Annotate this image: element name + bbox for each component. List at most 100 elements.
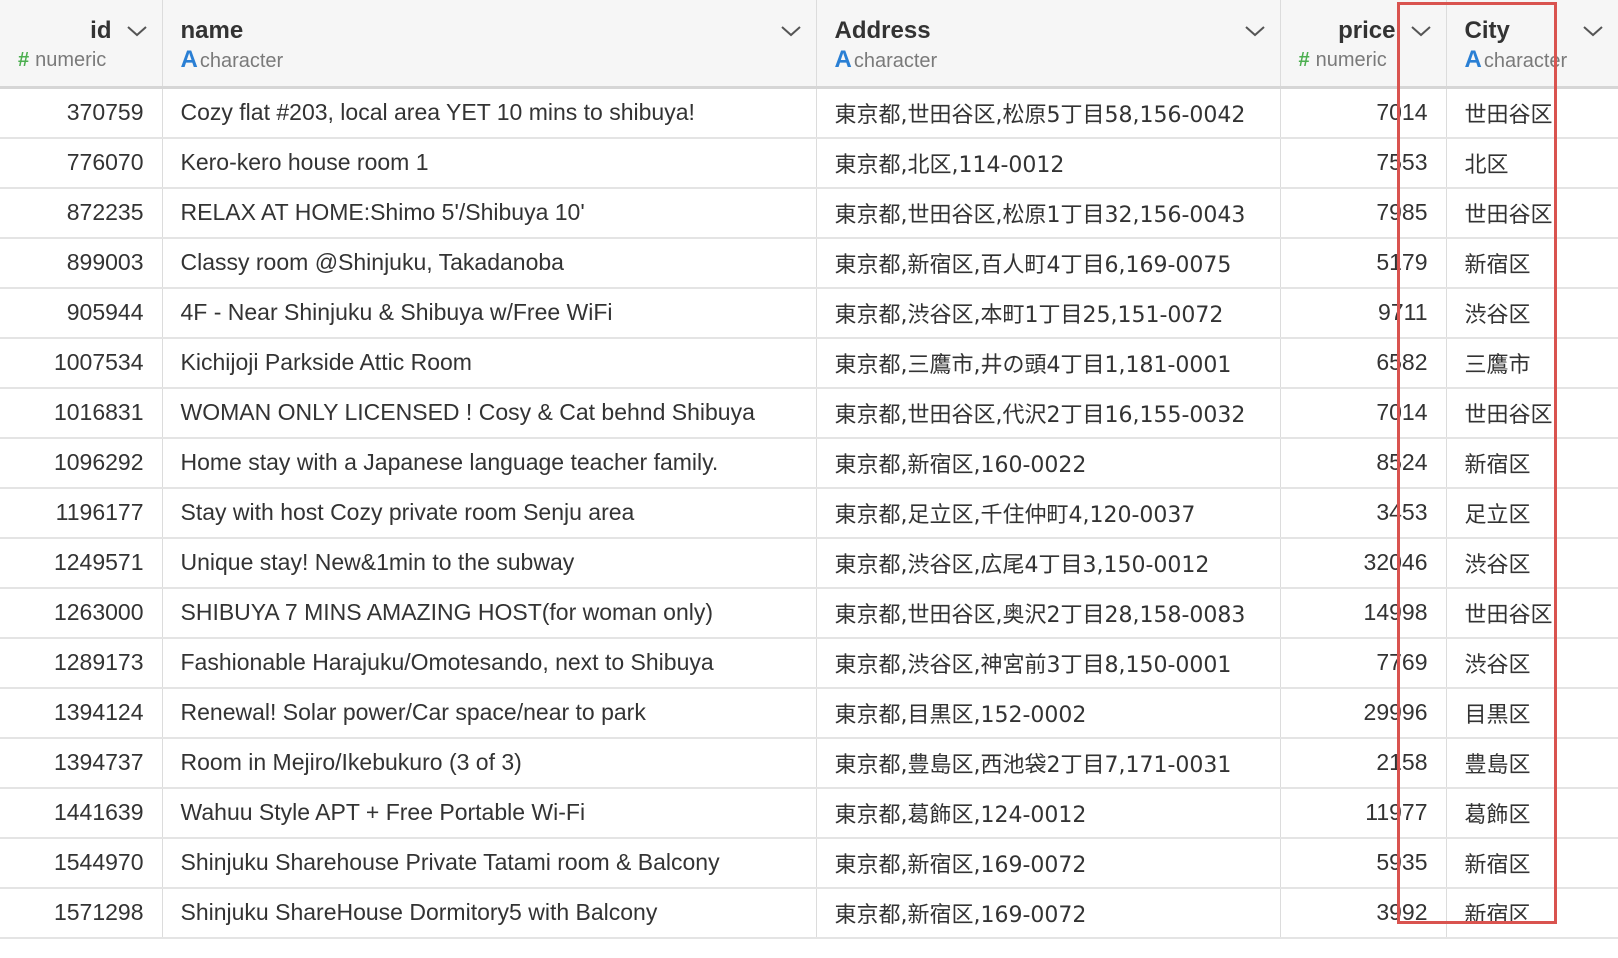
cell-name[interactable]: 4F - Near Shinjuku & Shibuya w/Free WiFi xyxy=(162,287,817,339)
table-row[interactable]: 1249571 Unique stay! New&1min to the sub… xyxy=(0,537,1618,589)
table-row[interactable]: 1571298 Shinjuku ShareHouse Dormitory5 w… xyxy=(0,887,1618,939)
cell-price[interactable]: 9711 xyxy=(1280,287,1447,339)
chevron-down-icon[interactable] xyxy=(126,24,148,38)
cell-address[interactable]: 東京都,渋谷区,広尾4丁目3,150-0012 xyxy=(816,537,1281,589)
chevron-down-icon[interactable] xyxy=(780,24,802,38)
cell-name[interactable]: WOMAN ONLY LICENSED ! Cosy & Cat behnd S… xyxy=(162,387,817,439)
cell-id[interactable]: 1289173 xyxy=(0,637,163,689)
table-row[interactable]: 776070 Kero-kero house room 1 東京都,北区,114… xyxy=(0,137,1618,189)
column-header-city[interactable]: City Acharacter xyxy=(1446,0,1618,89)
cell-city[interactable]: 世田谷区 xyxy=(1446,87,1618,139)
cell-city[interactable]: 世田谷区 xyxy=(1446,587,1618,639)
cell-price[interactable]: 6582 xyxy=(1280,337,1447,389)
cell-address[interactable]: 東京都,足立区,千住仲町4,120-0037 xyxy=(816,487,1281,539)
cell-price[interactable]: 7553 xyxy=(1280,137,1447,189)
cell-name[interactable]: Cozy flat #203, local area YET 10 mins t… xyxy=(162,87,817,139)
cell-name[interactable]: Wahuu Style APT + Free Portable Wi-Fi xyxy=(162,787,817,839)
cell-id[interactable]: 1096292 xyxy=(0,437,163,489)
cell-name[interactable]: Classy room @Shinjuku, Takadanoba xyxy=(162,237,817,289)
chevron-down-icon[interactable] xyxy=(1244,24,1266,38)
cell-id[interactable]: 1263000 xyxy=(0,587,163,639)
cell-city[interactable]: 世田谷区 xyxy=(1446,187,1618,239)
cell-city[interactable]: 新宿区 xyxy=(1446,237,1618,289)
cell-address[interactable]: 東京都,渋谷区,神宮前3丁目8,150-0001 xyxy=(816,637,1281,689)
cell-id[interactable]: 1007534 xyxy=(0,337,163,389)
cell-city[interactable]: 北区 xyxy=(1446,137,1618,189)
column-header-id[interactable]: id # numeric xyxy=(0,0,163,89)
table-row[interactable]: 1394737 Room in Mejiro/Ikebukuro (3 of 3… xyxy=(0,737,1618,789)
cell-address[interactable]: 東京都,新宿区,160-0022 xyxy=(816,437,1281,489)
cell-address[interactable]: 東京都,新宿区,169-0072 xyxy=(816,887,1281,939)
cell-city[interactable]: 渋谷区 xyxy=(1446,287,1618,339)
cell-id[interactable]: 370759 xyxy=(0,87,163,139)
table-row[interactable]: 1096292 Home stay with a Japanese langua… xyxy=(0,437,1618,489)
cell-name[interactable]: Unique stay! New&1min to the subway xyxy=(162,537,817,589)
cell-id[interactable]: 905944 xyxy=(0,287,163,339)
column-header-price[interactable]: price # numeric xyxy=(1280,0,1447,89)
table-row[interactable]: 1289173 Fashionable Harajuku/Omotesando,… xyxy=(0,637,1618,689)
cell-price[interactable]: 29996 xyxy=(1280,687,1447,739)
cell-id[interactable]: 1196177 xyxy=(0,487,163,539)
cell-address[interactable]: 東京都,北区,114-0012 xyxy=(816,137,1281,189)
cell-name[interactable]: Shinjuku ShareHouse Dormitory5 with Balc… xyxy=(162,887,817,939)
cell-address[interactable]: 東京都,新宿区,百人町4丁目6,169-0075 xyxy=(816,237,1281,289)
cell-address[interactable]: 東京都,新宿区,169-0072 xyxy=(816,837,1281,889)
chevron-down-icon[interactable] xyxy=(1410,24,1432,38)
cell-id[interactable]: 1249571 xyxy=(0,537,163,589)
cell-price[interactable]: 32046 xyxy=(1280,537,1447,589)
cell-id[interactable]: 776070 xyxy=(0,137,163,189)
cell-price[interactable]: 11977 xyxy=(1280,787,1447,839)
table-row[interactable]: 899003 Classy room @Shinjuku, Takadanoba… xyxy=(0,237,1618,289)
cell-price[interactable]: 3992 xyxy=(1280,887,1447,939)
table-row[interactable]: 1394124 Renewal! Solar power/Car space/n… xyxy=(0,687,1618,739)
cell-address[interactable]: 東京都,世田谷区,松原1丁目32,156-0043 xyxy=(816,187,1281,239)
cell-city[interactable]: 新宿区 xyxy=(1446,887,1618,939)
cell-city[interactable]: 葛飾区 xyxy=(1446,787,1618,839)
cell-name[interactable]: Stay with host Cozy private room Senju a… xyxy=(162,487,817,539)
table-row[interactable]: 1544970 Shinjuku Sharehouse Private Tata… xyxy=(0,837,1618,889)
column-header-address[interactable]: Address Acharacter xyxy=(816,0,1281,89)
cell-name[interactable]: Fashionable Harajuku/Omotesando, next to… xyxy=(162,637,817,689)
table-row[interactable]: 1441639 Wahuu Style APT + Free Portable … xyxy=(0,787,1618,839)
cell-address[interactable]: 東京都,世田谷区,代沢2丁目16,155-0032 xyxy=(816,387,1281,439)
cell-id[interactable]: 1016831 xyxy=(0,387,163,439)
cell-address[interactable]: 東京都,世田谷区,奥沢2丁目28,158-0083 xyxy=(816,587,1281,639)
table-row[interactable]: 370759 Cozy flat #203, local area YET 10… xyxy=(0,87,1618,139)
table-row[interactable]: 1007534 Kichijoji Parkside Attic Room 東京… xyxy=(0,337,1618,389)
cell-price[interactable]: 8524 xyxy=(1280,437,1447,489)
cell-address[interactable]: 東京都,三鷹市,井の頭4丁目1,181-0001 xyxy=(816,337,1281,389)
cell-name[interactable]: SHIBUYA 7 MINS AMAZING HOST(for woman on… xyxy=(162,587,817,639)
cell-name[interactable]: Home stay with a Japanese language teach… xyxy=(162,437,817,489)
cell-price[interactable]: 7769 xyxy=(1280,637,1447,689)
cell-name[interactable]: Room in Mejiro/Ikebukuro (3 of 3) xyxy=(162,737,817,789)
cell-name[interactable]: Shinjuku Sharehouse Private Tatami room … xyxy=(162,837,817,889)
cell-price[interactable]: 2158 xyxy=(1280,737,1447,789)
cell-price[interactable]: 3453 xyxy=(1280,487,1447,539)
cell-price[interactable]: 7014 xyxy=(1280,387,1447,439)
cell-city[interactable]: 足立区 xyxy=(1446,487,1618,539)
cell-address[interactable]: 東京都,世田谷区,松原5丁目58,156-0042 xyxy=(816,87,1281,139)
cell-name[interactable]: Kichijoji Parkside Attic Room xyxy=(162,337,817,389)
cell-id[interactable]: 1544970 xyxy=(0,837,163,889)
cell-name[interactable]: RELAX AT HOME:Shimo 5'/Shibuya 10' xyxy=(162,187,817,239)
cell-address[interactable]: 東京都,葛飾区,124-0012 xyxy=(816,787,1281,839)
cell-price[interactable]: 5179 xyxy=(1280,237,1447,289)
cell-city[interactable]: 渋谷区 xyxy=(1446,537,1618,589)
table-row[interactable]: 1016831 WOMAN ONLY LICENSED ! Cosy & Cat… xyxy=(0,387,1618,439)
cell-name[interactable]: Kero-kero house room 1 xyxy=(162,137,817,189)
table-row[interactable]: 1196177 Stay with host Cozy private room… xyxy=(0,487,1618,539)
cell-address[interactable]: 東京都,目黒区,152-0002 xyxy=(816,687,1281,739)
cell-city[interactable]: 豊島区 xyxy=(1446,737,1618,789)
cell-city[interactable]: 新宿区 xyxy=(1446,437,1618,489)
table-row[interactable]: 1263000 SHIBUYA 7 MINS AMAZING HOST(for … xyxy=(0,587,1618,639)
cell-city[interactable]: 目黒区 xyxy=(1446,687,1618,739)
cell-address[interactable]: 東京都,豊島区,西池袋2丁目7,171-0031 xyxy=(816,737,1281,789)
cell-city[interactable]: 世田谷区 xyxy=(1446,387,1618,439)
cell-price[interactable]: 5935 xyxy=(1280,837,1447,889)
cell-price[interactable]: 14998 xyxy=(1280,587,1447,639)
cell-name[interactable]: Renewal! Solar power/Car space/near to p… xyxy=(162,687,817,739)
column-header-name[interactable]: name Acharacter xyxy=(162,0,817,89)
cell-city[interactable]: 渋谷区 xyxy=(1446,637,1618,689)
cell-address[interactable]: 東京都,渋谷区,本町1丁目25,151-0072 xyxy=(816,287,1281,339)
chevron-down-icon[interactable] xyxy=(1582,24,1604,38)
